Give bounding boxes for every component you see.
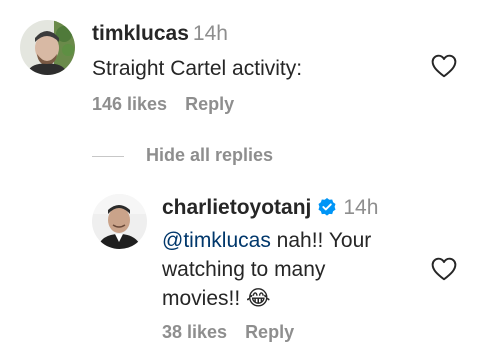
- username[interactable]: charlietoyotanj: [162, 196, 311, 219]
- reply-meta: 38 likes Reply: [162, 322, 312, 343]
- reply-button[interactable]: Reply: [185, 94, 234, 114]
- hide-replies-label[interactable]: Hide all replies: [146, 145, 273, 166]
- reply-item: charlietoyotanj 14h @timklucas nah!! Your…: [0, 180, 500, 362]
- reply-button[interactable]: Reply: [245, 322, 294, 342]
- divider-line: [92, 156, 124, 157]
- like-heart-icon[interactable]: [431, 257, 457, 286]
- timestamp: 14h: [192, 22, 228, 45]
- likes-count[interactable]: 38 likes: [162, 322, 227, 342]
- reply-header: charlietoyotanj 14h: [162, 196, 378, 222]
- comment-item: timklucas 14h Straight Cartel activity: 1…: [0, 0, 500, 130]
- username[interactable]: timklucas: [92, 22, 189, 45]
- laughing-emoji-icon: 😂: [246, 287, 271, 310]
- timestamp: 14h: [343, 196, 379, 219]
- avatar-image: [92, 194, 147, 249]
- like-heart-icon[interactable]: [431, 54, 457, 83]
- reply-text-line-1: nah!! Your: [270, 229, 372, 252]
- avatar[interactable]: [92, 194, 147, 249]
- reply-text: @timklucas nah!! Your watching to many m…: [162, 226, 422, 313]
- avatar[interactable]: [20, 20, 75, 75]
- comment-meta: 146 likes Reply: [92, 94, 252, 115]
- comment-header: timklucas 14h: [92, 22, 228, 46]
- likes-count[interactable]: 146 likes: [92, 94, 167, 114]
- comment-text: Straight Cartel activity:: [92, 57, 303, 80]
- verified-badge-icon: [317, 197, 337, 222]
- hide-replies-toggle[interactable]: Hide all replies: [92, 144, 312, 168]
- reply-text-line-2: watching to many: [162, 258, 326, 281]
- avatar-image: [20, 20, 75, 75]
- mention-link[interactable]: @timklucas: [162, 229, 271, 252]
- reply-text-line-3: movies!!: [162, 287, 241, 310]
